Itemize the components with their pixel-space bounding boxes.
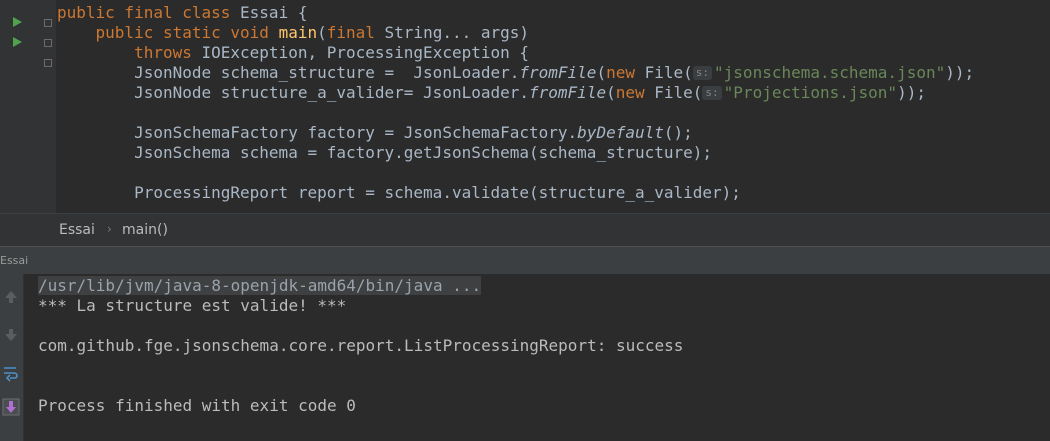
code-editor[interactable]: public final class Essai { public static… <box>0 0 1050 213</box>
java-command[interactable]: /usr/lib/jvm/java-8-openjdk-amd64/bin/ja… <box>38 276 482 295</box>
code-line: JsonNode structure_a_valider= JsonLoader… <box>57 83 974 103</box>
parameter-hint: s: <box>692 66 713 80</box>
code-text: IOException, ProcessingException { <box>201 43 530 62</box>
editor-gutter <box>0 0 56 213</box>
code-text: )); <box>897 83 926 102</box>
console-panel[interactable]: /usr/lib/jvm/java-8-openjdk-amd64/bin/ja… <box>0 274 1050 441</box>
keyword: public static void <box>95 23 279 42</box>
parameter-hint: s: <box>702 86 722 100</box>
scroll-down-icon[interactable] <box>2 326 20 344</box>
keyword: throws <box>134 43 202 62</box>
keyword: new <box>606 63 645 82</box>
class-name: Essai <box>240 3 289 22</box>
console-toolbar <box>0 274 24 441</box>
console-line: /usr/lib/jvm/java-8-openjdk-amd64/bin/ja… <box>38 276 683 296</box>
string-literal: "Projections.json" <box>723 83 898 102</box>
keyword: final <box>326 23 385 42</box>
run-class-icon[interactable] <box>13 17 22 27</box>
code-line: public final class Essai { <box>57 3 974 23</box>
code-text: (); <box>663 123 693 142</box>
fold-icon[interactable] <box>44 19 52 27</box>
keyword: public final class <box>57 3 241 22</box>
breadcrumb-class[interactable]: Essai <box>59 222 95 238</box>
code-text: String... args) <box>384 23 530 42</box>
code-line: throws IOException, ProcessingException … <box>57 43 974 63</box>
code-text: File( <box>654 83 703 102</box>
code-line: JsonSchema schema = factory.getJsonSchem… <box>57 143 974 163</box>
code-text: { <box>288 3 308 22</box>
scroll-to-end-icon[interactable] <box>2 398 20 416</box>
static-method: fromFile <box>519 63 597 82</box>
console-line: Process finished with exit code 0 <box>38 396 356 415</box>
code-text: ProcessingReport report = schema.validat… <box>134 183 741 202</box>
code-text: )); <box>945 63 975 82</box>
code-text: JsonNode schema_structure = JsonLoader. <box>134 63 520 82</box>
code-text: ( <box>596 63 607 82</box>
code-text: ( <box>606 83 616 102</box>
code-line: public static void main(final String... … <box>57 23 974 43</box>
console-line: com.github.fge.jsonschema.core.report.Li… <box>38 336 684 355</box>
run-tab-title[interactable]: Essai <box>0 254 28 267</box>
run-panel-header: Essai <box>0 246 1050 274</box>
code-lines: public final class Essai { public static… <box>57 3 974 203</box>
code-text: ( <box>317 23 327 42</box>
string-literal: "jsonschema.schema.json" <box>714 63 946 82</box>
console-line: *** La structure est valide! *** <box>38 296 347 315</box>
code-line: JsonNode schema_structure = JsonLoader.f… <box>57 63 974 83</box>
static-method: fromFile <box>529 83 607 102</box>
soft-wrap-icon[interactable] <box>2 364 20 382</box>
breadcrumb-separator: › <box>107 222 112 236</box>
static-method: byDefault <box>577 123 664 142</box>
code-line: ProcessingReport report = schema.validat… <box>57 183 974 203</box>
fold-icon[interactable] <box>44 59 52 67</box>
console-output: /usr/lib/jvm/java-8-openjdk-amd64/bin/ja… <box>38 276 683 416</box>
breadcrumb-method[interactable]: main() <box>122 222 168 238</box>
code-text: JsonNode structure_a_valider= JsonLoader… <box>134 83 530 102</box>
code-text: File( <box>644 63 693 82</box>
fold-icon[interactable] <box>44 39 52 47</box>
keyword: new <box>615 83 655 102</box>
method-name: main <box>278 23 318 42</box>
run-main-icon[interactable] <box>13 37 22 47</box>
code-text: JsonSchema schema = factory.getJsonSchem… <box>134 143 713 162</box>
breadcrumb: Essai › main() <box>0 213 1050 246</box>
scroll-up-icon[interactable] <box>2 288 20 306</box>
code-line: JsonSchemaFactory factory = JsonSchemaFa… <box>57 123 974 143</box>
code-text: JsonSchemaFactory factory = JsonSchemaFa… <box>134 123 578 142</box>
